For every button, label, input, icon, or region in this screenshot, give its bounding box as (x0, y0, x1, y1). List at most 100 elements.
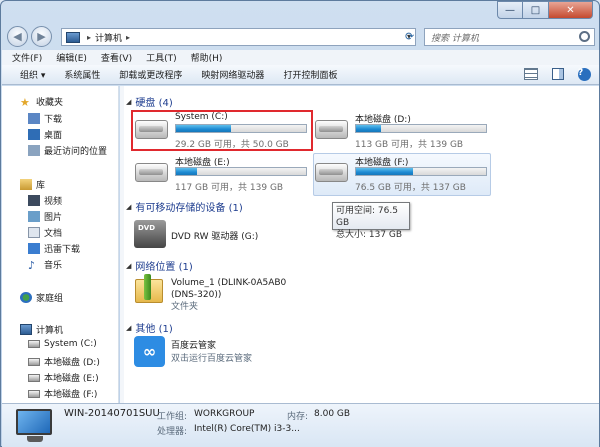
sidebar-item-recent-places[interactable]: 最近访问的位置 (28, 144, 107, 157)
address-separator: ▸ (87, 32, 92, 42)
details-pane: WIN-20140701SUU 工作组: WORKGROUP 内存: 8.00 … (2, 403, 599, 447)
memory-value: 8.00 GB (314, 409, 351, 419)
network-folder-icon (135, 274, 163, 303)
search-icon[interactable] (579, 31, 590, 42)
sidebar-item-xunlei-downloads[interactable]: 迅雷下载 (28, 242, 80, 255)
drive-tooltip: 可用空间: 76.5 GB 总大小: 137 GB (332, 202, 410, 240)
workgroup-value: WORKGROUP (194, 409, 255, 419)
address-separator-2: ▸ (126, 32, 131, 42)
drive-usage-fill (356, 168, 414, 175)
drive-icon (28, 340, 40, 348)
recent-places-icon (28, 145, 40, 156)
desktop-icon (28, 129, 40, 140)
sidebar-label: 图片 (44, 213, 63, 223)
sidebar-item-drive-e[interactable]: 本地磁盘 (E:) (28, 371, 99, 384)
sidebar-label: 收藏夹 (36, 98, 64, 108)
sidebar-item-videos[interactable]: 视频 (28, 194, 62, 207)
drive-tile-f[interactable]: 本地磁盘 (F:) 76.5 GB 可用，共 137 GB (313, 155, 490, 193)
collapse-triangle-icon: ◢ (126, 323, 132, 332)
cpu-value: Intel(R) Core(TM) i3-3... (194, 424, 300, 434)
forward-button[interactable]: ▶ (31, 26, 52, 47)
sidebar-label: 下载 (44, 115, 63, 125)
address-bar[interactable]: ▸ 计算机 ▸ ▾ (61, 28, 416, 46)
menu-tools[interactable]: 工具(T) (146, 51, 177, 64)
close-button[interactable]: ✕ (549, 1, 593, 19)
maximize-button[interactable]: □ (523, 1, 549, 19)
memory-label: 内存: (287, 412, 309, 422)
menu-view[interactable]: 查看(V) (101, 51, 132, 64)
sidebar-label: System (C:) (44, 339, 97, 349)
preview-pane-icon[interactable] (552, 68, 564, 80)
command-bar: 组织 ▾ 系统属性 卸载或更改程序 映射网络驱动器 打开控制面板 ? (2, 65, 599, 85)
help-icon[interactable]: ? (578, 68, 591, 81)
navigation-pane: ★ 收藏夹 下载 桌面 最近访问的位置 库 视频 图片 文档 迅雷下载 ♪ 音乐… (2, 86, 119, 403)
drive-tile-e[interactable]: 本地磁盘 (E:) 117 GB 可用，共 139 GB (133, 155, 310, 193)
group-title: 网络位置 (1) (135, 262, 193, 273)
drive-tile-d[interactable]: 本地磁盘 (D:) 113 GB 可用，共 139 GB (313, 112, 490, 150)
drive-icon (28, 389, 40, 398)
thunder-download-icon (28, 243, 40, 254)
sidebar-label: 本地磁盘 (E:) (44, 374, 99, 384)
uninstall-program-button[interactable]: 卸载或更改程序 (119, 68, 182, 81)
homegroup-icon (20, 292, 32, 303)
music-icon: ♪ (28, 259, 36, 272)
sidebar-item-homegroup[interactable]: 家庭组 (20, 291, 63, 304)
content-pane: ◢ 硬盘 (4) System (C:) 29.2 GB 可用，共 50.0 G… (124, 86, 599, 403)
group-title: 其他 (1) (135, 324, 173, 335)
map-network-drive-button[interactable]: 映射网络驱动器 (201, 68, 264, 81)
network-item[interactable]: Volume_1 (DLINK-0A5AB0 (DNS-320)) 文件夹 (171, 277, 286, 313)
documents-icon (28, 227, 40, 238)
tooltip-total-size: 总大小: 137 GB (336, 230, 403, 240)
breadcrumb-computer[interactable]: 计算机 (95, 31, 122, 44)
baidu-cloud-icon: ∞ (134, 336, 165, 367)
minimize-button[interactable]: — (497, 1, 523, 19)
sidebar-item-favorites[interactable]: ★ 收藏夹 (20, 95, 64, 109)
menu-edit[interactable]: 编辑(E) (56, 51, 87, 64)
other-item-desc: 双击运行百度云管家 (171, 354, 253, 364)
network-item-name-cont: (DNS-320)) (171, 290, 222, 300)
star-icon: ★ (20, 96, 30, 109)
collapse-triangle-icon: ◢ (126, 202, 132, 211)
group-header-hard-disks[interactable]: ◢ 硬盘 (4) (126, 94, 173, 110)
baidu-cloud-item[interactable]: 百度云管家 双击运行百度云管家 (171, 340, 252, 366)
library-icon (20, 179, 32, 190)
sidebar-label: 视频 (44, 197, 63, 207)
open-control-panel-button[interactable]: 打开控制面板 (283, 68, 337, 81)
system-properties-button[interactable]: 系统属性 (64, 68, 100, 81)
back-button[interactable]: ◀ (7, 26, 28, 47)
refresh-icon[interactable]: ⟳ (405, 30, 414, 43)
group-title: 硬盘 (4) (135, 98, 173, 109)
sidebar-item-documents[interactable]: 文档 (28, 226, 62, 239)
workgroup-label: 工作组: (157, 412, 188, 422)
sidebar-item-computer[interactable]: 计算机 (20, 323, 63, 336)
group-header-other[interactable]: ◢ 其他 (1) (126, 320, 173, 336)
sidebar-item-pictures[interactable]: 图片 (28, 210, 62, 223)
computer-name: WIN-20140701SUU (64, 408, 160, 419)
sidebar-item-drive-d[interactable]: 本地磁盘 (D:) (28, 355, 100, 368)
group-header-removable[interactable]: ◢ 有可移动存储的设备 (1) (126, 199, 243, 215)
menu-help[interactable]: 帮助(H) (191, 51, 223, 64)
pictures-icon (28, 211, 40, 222)
sidebar-label: 本地磁盘 (F:) (44, 390, 98, 400)
sidebar-label: 桌面 (44, 131, 63, 141)
drive-space-info: 117 GB 可用，共 139 GB (175, 183, 284, 193)
group-header-network[interactable]: ◢ 网络位置 (1) (126, 258, 193, 274)
sidebar-item-drive-f[interactable]: 本地磁盘 (F:) (28, 387, 97, 400)
organize-button[interactable]: 组织 ▾ (20, 68, 45, 81)
sidebar-item-drive-c[interactable]: System (C:) (28, 339, 97, 349)
menu-file[interactable]: 文件(F) (12, 51, 42, 64)
cpu-label: 处理器: (157, 427, 188, 437)
computer-stand-icon (27, 436, 43, 442)
sidebar-item-downloads[interactable]: 下载 (28, 112, 62, 125)
drive-usage-bar (175, 167, 307, 176)
sidebar-item-music[interactable]: ♪ 音乐 (28, 258, 62, 272)
selection-highlight-box (131, 110, 313, 151)
view-options-icon[interactable] (524, 68, 538, 80)
search-input[interactable]: 搜索 计算机 (424, 28, 595, 46)
sidebar-item-libraries[interactable]: 库 (20, 178, 45, 191)
video-icon (28, 195, 40, 206)
dvd-drive-name[interactable]: DVD RW 驱动器 (G:) (171, 229, 258, 242)
computer-icon (20, 324, 32, 335)
sidebar-item-desktop[interactable]: 桌面 (28, 128, 62, 141)
drive-icon (28, 373, 40, 382)
